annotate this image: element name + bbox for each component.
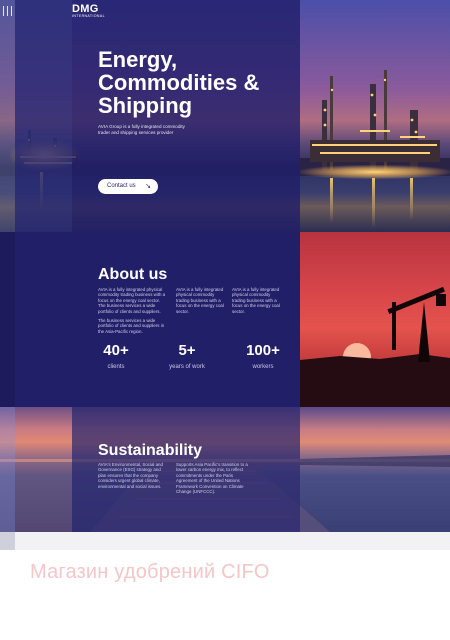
footer-strip [0,532,450,550]
sustainability-text-col1: AVIA's Environmental, Social and Governa… [98,462,163,489]
hero-subtitle: AVIA Group is a fully integrated commodi… [98,124,185,135]
sustainability-text-col2: Supports Asia Pacific's transition to a … [176,462,248,495]
stat-workers: 100+ workers [240,343,286,371]
oil-pump-image [300,232,450,407]
contact-us-button[interactable]: Contact us ↘ [98,179,158,194]
side-rail [0,232,15,407]
stat-value: 5+ [178,342,196,359]
stat-label: workers [252,364,274,370]
about-text-col1: AVIA is a fully integrated physical comm… [98,287,168,334]
about-text-col2: AVIA is a fully integrated physical comm… [176,287,224,314]
store-banner-text: Магазин удобрений CIFO [30,561,270,583]
stat-value: 100+ [246,342,280,359]
light-reflection [372,178,375,228]
stat-years: 5+ years of work [160,343,214,371]
logo[interactable]: DMG INTERNATIONAL [72,4,105,19]
hero-column-tint [15,0,72,232]
about-title: About us [98,266,168,283]
light-reflection [410,178,413,220]
logo-sub: INTERNATIONAL [72,14,105,18]
stat-value: 40+ [103,342,129,359]
light-reflection [330,178,333,223]
side-rail [0,0,15,232]
stat-clients: 40+ clients [98,343,134,371]
stat-label: years of work [169,364,205,370]
stat-label: clients [107,364,125,370]
contact-us-label: Contact us [107,183,136,189]
refinery-image [300,70,450,180]
sustainability-title: Sustainability [98,442,203,459]
side-rail [0,407,15,532]
about-paragraph: AVIA is a fully integrated physical comm… [98,287,166,314]
sunset-tint [15,407,72,532]
light-glow [300,165,450,179]
arrow-down-right-icon: ↘ [145,183,151,190]
about-paragraph: The business services a wide portfolio o… [98,318,165,334]
about-text-col3: AVIA is a fully integrated physical comm… [232,287,280,314]
hero-title: Energy, Commodities & Shipping [98,47,260,118]
side-rail [0,532,15,550]
hamburger-icon[interactable] [3,6,13,16]
